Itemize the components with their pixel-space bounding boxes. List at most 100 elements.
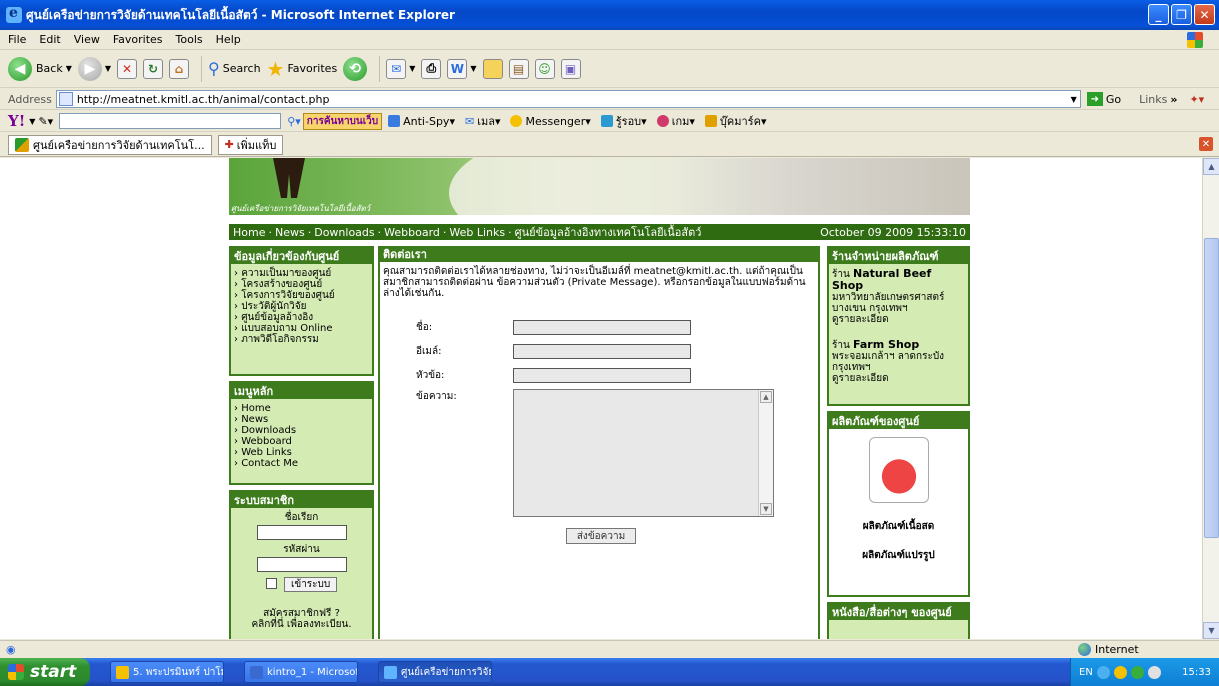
scroll-up-icon[interactable]: ▲ — [760, 391, 772, 403]
edit-dropdown-icon[interactable]: ▼ — [470, 64, 476, 73]
send-message-button[interactable]: ส่งข้อความ — [566, 528, 636, 544]
go-button[interactable]: Go — [1106, 93, 1121, 106]
yahoo-games[interactable]: เกม ▾ — [656, 112, 695, 130]
scroll-up-arrow-icon[interactable]: ▲ — [1203, 158, 1219, 175]
minimize-button[interactable]: _ — [1148, 4, 1169, 25]
window-title-bar[interactable]: ศูนย์เครือข่ายการวิจัยด้านเทคโนโลยีเนื้อ… — [0, 0, 1219, 30]
forward-button[interactable]: ▶ ▼ — [77, 56, 111, 81]
about-link-researchers[interactable]: ประวัติผู้นักวิจัย — [234, 301, 369, 312]
tab-active[interactable]: ศูนย์เครือข่ายการวิจัยด้านเทคโนโ... — [8, 134, 212, 155]
nav-downloads[interactable]: Downloads — [314, 226, 374, 239]
nav-webboard[interactable]: Webboard — [384, 226, 440, 239]
taskbar-task-word[interactable]: kintro_1 - Microsoft ... — [244, 661, 358, 683]
mail-dropdown-icon[interactable]: ▼ — [409, 64, 415, 73]
nav-home[interactable]: Home — [233, 226, 265, 239]
start-button[interactable]: start — [0, 658, 90, 686]
maximize-button[interactable]: ❐ — [1171, 4, 1192, 25]
scroll-down-arrow-icon[interactable]: ▼ — [1203, 622, 1219, 639]
about-link-reference[interactable]: ศูนย์ข้อมูลอ้างอิง — [234, 312, 369, 323]
page-scrollbar[interactable]: ▲ ▼ — [1202, 158, 1219, 639]
tray-app-icon[interactable] — [1113, 665, 1127, 679]
menu-help[interactable]: Help — [216, 33, 241, 46]
close-toolbar-icon[interactable]: ✕ — [1199, 137, 1213, 151]
back-dropdown-icon[interactable]: ▼ — [66, 64, 72, 73]
scroll-down-icon[interactable]: ▼ — [760, 503, 772, 515]
about-link-projects[interactable]: โครงการวิจัยของศูนย์ — [234, 290, 369, 301]
about-link-survey[interactable]: แบบสอบถาม Online — [234, 323, 369, 334]
menu-link-downloads[interactable]: Downloads — [234, 425, 369, 436]
scroll-thumb[interactable] — [1204, 238, 1219, 538]
messenger-button[interactable]: ☺ — [534, 58, 555, 79]
nav-reference-center[interactable]: ศูนย์ข้อมูลอ้างอิงทางเทคโนโลยีเนื้อสัตว์ — [515, 223, 702, 241]
history-button[interactable]: ⟲ — [343, 56, 368, 81]
yahoo-search-input[interactable] — [59, 113, 282, 129]
menu-link-webboard[interactable]: Webboard — [234, 436, 369, 447]
forward-dropdown-icon[interactable]: ▼ — [105, 64, 111, 73]
stop-button[interactable]: ✕ — [117, 58, 138, 79]
message-textarea[interactable]: ▲ ▼ — [513, 389, 774, 517]
yahoo-menu-dropdown-icon[interactable]: ▼ — [29, 117, 35, 126]
taskbar-task-document[interactable]: 5. พระปรมินทร์ ปาโม... — [110, 661, 224, 683]
extension-icon[interactable]: ✦▾ — [1189, 93, 1204, 106]
discuss-button[interactable]: ▣ — [560, 58, 581, 79]
back-button[interactable]: ◀ Back ▼ — [8, 56, 72, 81]
address-dropdown-icon[interactable]: ▼ — [1071, 95, 1080, 104]
menu-link-contact[interactable]: Contact Me — [234, 458, 369, 469]
links-button[interactable]: Links — [1139, 93, 1167, 106]
fresh-meat-link[interactable]: ผลิตภัณฑ์เนื้อสด — [832, 521, 965, 532]
remember-checkbox[interactable] — [265, 578, 277, 589]
yahoo-bookmarks[interactable]: บุ๊คมาร์ค ▾ — [704, 112, 766, 130]
research-button[interactable]: ▤ — [508, 58, 529, 79]
yahoo-news[interactable]: รู้รอบ ▾ — [600, 112, 647, 130]
shop2-name[interactable]: Farm Shop — [853, 338, 919, 351]
login-button[interactable]: เข้าระบบ — [283, 576, 338, 592]
menu-link-web-links[interactable]: Web Links — [234, 447, 369, 458]
yahoo-antispy[interactable]: Anti-Spy ▾ — [388, 115, 455, 128]
about-link-history[interactable]: ความเป็นมาของศูนย์ — [234, 268, 369, 279]
yahoo-mail[interactable]: ✉ เมล ▾ — [465, 112, 501, 130]
tray-arrow-icon[interactable] — [1096, 665, 1110, 679]
close-button[interactable]: ✕ — [1194, 4, 1215, 25]
shop1-details-link[interactable]: ดูรายละเอียด — [832, 314, 965, 325]
nav-news[interactable]: News — [275, 226, 305, 239]
yahoo-messenger[interactable]: Messenger ▾ — [510, 115, 591, 128]
tray-network-icon[interactable] — [1130, 665, 1144, 679]
tray-volume-icon[interactable] — [1147, 665, 1161, 679]
folder-button[interactable] — [482, 58, 503, 79]
menu-favorites[interactable]: Favorites — [113, 33, 163, 46]
about-link-structure[interactable]: โครงสร้างของศูนย์ — [234, 279, 369, 290]
go-arrow-icon[interactable]: ➜ — [1086, 92, 1103, 106]
menu-link-home[interactable]: Home — [234, 403, 369, 414]
search-button[interactable]: ⚲ Search — [208, 59, 261, 78]
new-tab-button[interactable]: ✚ เพิ่มแท็บ — [217, 134, 284, 155]
register-link[interactable]: คลิกที่นี่ เพื่อลงทะเบียน. — [234, 619, 369, 630]
favorites-button[interactable]: ★ Favorites — [267, 59, 338, 79]
print-button[interactable]: ⎙ — [421, 58, 442, 79]
home-button[interactable]: ⌂ — [169, 58, 190, 79]
yahoo-web-search-button[interactable]: การค้นหาบนเว็บ — [302, 112, 383, 130]
email-input[interactable] — [513, 344, 691, 359]
name-input[interactable] — [513, 320, 691, 335]
edit-button[interactable]: W ▼ — [447, 58, 477, 79]
menu-file[interactable]: File — [8, 33, 26, 46]
menu-tools[interactable]: Tools — [176, 33, 203, 46]
password-input[interactable] — [256, 557, 347, 572]
menu-view[interactable]: View — [74, 33, 100, 46]
yahoo-search-icon[interactable]: ⚲▾ — [287, 115, 301, 128]
shop2-details-link[interactable]: ดูรายละเอียด — [832, 373, 965, 384]
username-input[interactable] — [256, 525, 347, 540]
textarea-scrollbar[interactable]: ▲ ▼ — [758, 390, 773, 516]
processed-meat-link[interactable]: ผลิตภัณฑ์แปรรูป — [832, 550, 965, 561]
menu-edit[interactable]: Edit — [39, 33, 60, 46]
address-input[interactable]: http://meatnet.kmitl.ac.th/animal/contac… — [55, 90, 1081, 108]
fresh-meat-product-image[interactable] — [868, 437, 929, 503]
mail-button[interactable]: ✉ ▼ — [386, 58, 415, 79]
subject-input[interactable] — [513, 368, 691, 383]
language-indicator[interactable]: EN — [1079, 667, 1093, 678]
nav-web-links[interactable]: Web Links — [449, 226, 505, 239]
about-link-video[interactable]: ภาพวิดีโอกิจกรรม — [234, 334, 369, 345]
menu-link-news[interactable]: News — [234, 414, 369, 425]
links-chevron-icon[interactable]: » — [1170, 93, 1177, 106]
refresh-button[interactable]: ↻ — [143, 58, 164, 79]
yahoo-logo[interactable]: Y! — [8, 112, 25, 130]
